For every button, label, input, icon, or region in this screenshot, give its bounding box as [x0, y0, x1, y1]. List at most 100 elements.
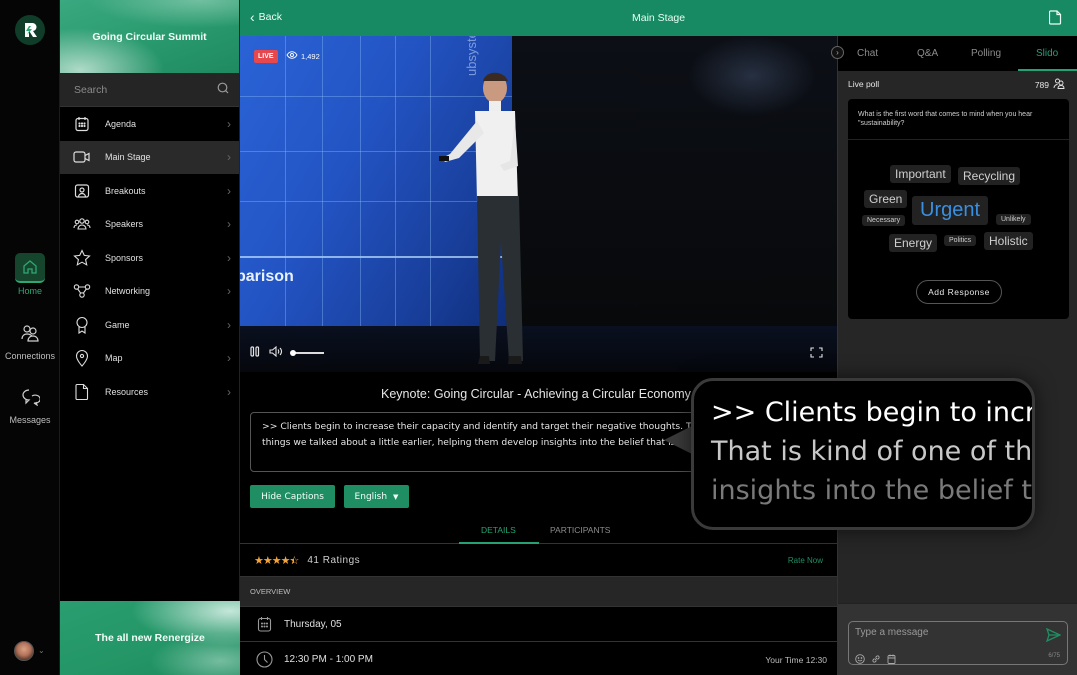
chevron-right-icon: › — [227, 317, 231, 332]
sidebar-item-speakers[interactable]: Speakers › — [60, 208, 239, 242]
calendar-icon — [73, 115, 91, 133]
engagement-panel: Chat Q&A Polling Slido › Live poll 789 W… — [831, 36, 1077, 675]
sidebar-item-label: Speakers — [105, 219, 144, 230]
sidebar-item-label: Networking — [105, 286, 151, 297]
word-cloud-item: Holistic — [984, 232, 1033, 250]
tab-slido[interactable]: Slido — [1036, 48, 1058, 59]
sidebar-item-breakouts[interactable]: Breakouts › — [60, 174, 239, 208]
chat-bubbles-icon — [15, 382, 45, 412]
chevron-right-icon: › — [227, 250, 231, 265]
sidebar-item-label: Map — [105, 353, 123, 364]
chevron-right-icon: › — [227, 116, 231, 131]
rating-stars: ★★★★☆★ — [254, 554, 299, 567]
chevron-right-icon: › — [227, 150, 231, 165]
sidebar-item-main-stage[interactable]: Main Stage › — [60, 140, 239, 174]
word-cloud-item: Energy — [889, 234, 938, 252]
people-icon — [15, 318, 45, 348]
your-time: Your Time 12:30 — [765, 654, 827, 665]
network-icon — [73, 282, 91, 300]
calendar-icon — [255, 615, 273, 633]
sidebar-item-label: Breakouts — [105, 185, 146, 196]
participants-icon — [1053, 78, 1065, 91]
map-pin-icon — [73, 349, 91, 368]
send-icon[interactable] — [1045, 627, 1062, 647]
word-cloud-item: Necessary — [862, 215, 906, 226]
sidebar-item-label: Game — [105, 319, 130, 330]
pause-icon[interactable] — [250, 344, 260, 362]
tab-chat[interactable]: Chat — [857, 48, 878, 59]
word-cloud-item: Important — [890, 165, 951, 183]
chevron-down-icon[interactable]: ⌄ — [38, 646, 45, 655]
search-icon[interactable] — [217, 81, 229, 99]
ratings-row: ★★★★☆★ 41 Ratings Rate Now — [240, 544, 837, 577]
clock-icon — [255, 651, 273, 669]
word-cloud-item: Urgent — [912, 196, 989, 225]
sidebar-item-sponsors[interactable]: Sponsors › — [60, 241, 239, 275]
sidebar-item-resources[interactable]: Resources › — [60, 375, 239, 409]
top-bar: ‹ Back Main Stage — [240, 0, 1077, 36]
speaker-figure — [439, 72, 523, 364]
calendar-icon[interactable] — [887, 651, 896, 669]
chevron-right-icon: › — [227, 217, 231, 232]
video-player[interactable]: parison ubsystem LIVE 1,492 — [240, 36, 837, 372]
collapse-panel-button[interactable]: › — [831, 46, 844, 59]
live-poll-label: Live poll — [848, 79, 880, 89]
rail-item-label: Messages — [9, 415, 51, 425]
volume-icon[interactable] — [269, 344, 283, 362]
tab-qa[interactable]: Q&A — [917, 48, 938, 59]
rail-item-messages[interactable]: Messages — [0, 382, 60, 425]
sidebar-item-label: Main Stage — [105, 152, 151, 163]
volume-slider-knob[interactable] — [290, 350, 296, 356]
chevron-right-icon: › — [836, 48, 839, 57]
viewer-count-value: 1,492 — [301, 51, 320, 61]
rail-item-home[interactable]: Home — [0, 253, 60, 296]
engagement-tabs: Chat Q&A Polling Slido — [838, 36, 1077, 71]
sidebar-item-game[interactable]: Game › — [60, 308, 239, 342]
sidebar-item-agenda[interactable]: Agenda › — [60, 107, 239, 141]
back-button[interactable]: ‹ Back — [250, 10, 282, 24]
page-title: Main Stage — [632, 12, 686, 24]
document-icon[interactable] — [1048, 10, 1062, 30]
poll-participant-count: 789 — [1034, 79, 1049, 90]
link-icon[interactable] — [871, 651, 881, 669]
tab-polling[interactable]: Polling — [971, 48, 1001, 59]
promo-banner[interactable]: The all new Renergize — [60, 601, 240, 675]
tab-details[interactable]: DETAILS — [481, 525, 516, 535]
message-composer: 6/75 — [838, 603, 1077, 675]
language-value: English — [354, 491, 388, 502]
sidebar-item-map[interactable]: Map › — [60, 342, 239, 376]
fullscreen-icon[interactable] — [810, 345, 823, 363]
add-response-button[interactable]: Add Response — [916, 280, 1002, 304]
hide-captions-button[interactable]: Hide Captions — [250, 485, 335, 508]
badge-ribbon-icon — [73, 316, 91, 334]
message-input[interactable] — [855, 627, 1035, 638]
sidebar-item-networking[interactable]: Networking › — [60, 275, 239, 309]
app-logo[interactable] — [15, 15, 45, 45]
word-cloud-item: Green — [864, 190, 908, 208]
word-cloud-item: Unlikely — [996, 214, 1031, 225]
left-rail: Home Connections Messages ⌄ — [0, 0, 60, 675]
overview-header: OVERVIEW — [240, 577, 837, 607]
callout-pointer — [664, 425, 694, 455]
chevron-right-icon: › — [227, 284, 231, 299]
divider — [848, 139, 1069, 140]
live-badge: LIVE — [254, 50, 278, 63]
rail-item-label: Home — [17, 286, 42, 296]
search-input[interactable] — [74, 83, 217, 96]
date-row: Thursday, 05 — [240, 607, 837, 642]
session-time-range: 12:30 PM - 1:00 PM — [284, 654, 373, 665]
rate-now-link[interactable]: Rate Now — [788, 556, 823, 565]
document-icon — [73, 383, 91, 401]
tab-participants[interactable]: PARTICIPANTS — [550, 525, 610, 535]
language-select[interactable]: English ▼ — [344, 485, 409, 508]
rail-item-connections[interactable]: Connections — [0, 318, 60, 361]
caption-zoom-callout: >> Clients begin to increase That is kin… — [691, 378, 1035, 530]
emoji-icon[interactable] — [855, 651, 865, 669]
video-camera-icon — [73, 148, 91, 166]
callout-line: That is kind of one of the th — [711, 436, 1033, 467]
message-char-count: 6/75 — [1048, 653, 1060, 659]
volume-slider[interactable] — [290, 350, 324, 356]
user-avatar[interactable] — [14, 641, 34, 661]
viewer-count: 1,492 — [286, 51, 320, 61]
promo-title: The all new Renergize — [95, 632, 205, 644]
